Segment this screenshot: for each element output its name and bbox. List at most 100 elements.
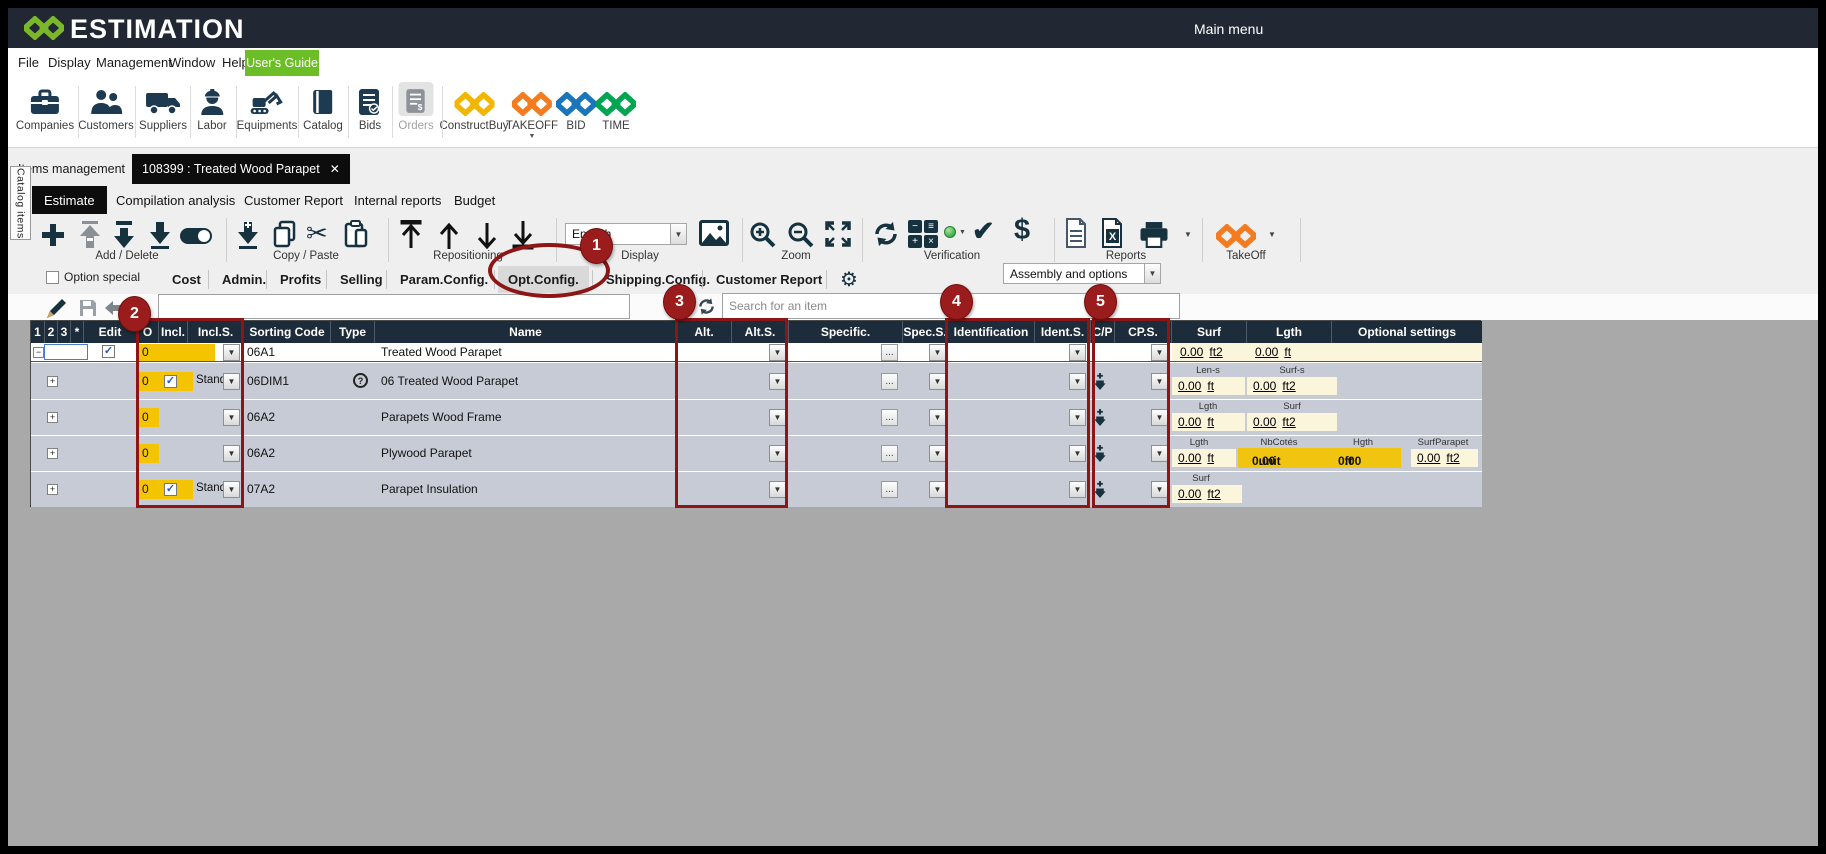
copy-icon[interactable] <box>272 220 298 248</box>
zoom-in-icon[interactable] <box>748 220 776 248</box>
tab-internal-reports[interactable]: Internal reports <box>342 186 453 214</box>
item-name[interactable]: Parapet Insulation <box>381 482 478 496</box>
move-up-delete-button[interactable] <box>78 220 102 250</box>
sorting-code[interactable]: 06A1 <box>247 345 275 359</box>
dollar-icon[interactable]: $ <box>1014 214 1030 247</box>
col-type[interactable]: Type <box>331 321 375 343</box>
surfparapet-value[interactable]: 0.00ft2 <box>1411 449 1478 467</box>
item-name[interactable]: Plywood Parapet <box>381 446 472 460</box>
len-s-value[interactable]: 0.00ft <box>1172 377 1245 395</box>
close-icon[interactable]: ✕ <box>330 162 340 176</box>
zoom-out-icon[interactable] <box>786 220 814 248</box>
toolbar-constructbuy[interactable]: ConstructBuy <box>439 82 508 132</box>
status-light-dropdown[interactable]: ▼ <box>944 226 966 238</box>
edit-checkbox[interactable]: ✓ <box>102 345 115 358</box>
sorting-code[interactable]: 06A2 <box>247 410 275 424</box>
expand-expander[interactable]: + <box>47 376 58 387</box>
col-name[interactable]: Name <box>375 321 677 343</box>
toolbar-suppliers[interactable]: Suppliers <box>139 82 187 132</box>
save-floppy-icon[interactable] <box>78 298 98 318</box>
menu-management[interactable]: Management <box>96 55 172 70</box>
toolbar-bids[interactable]: Bids <box>358 82 382 132</box>
browse-button[interactable]: ... <box>881 409 898 426</box>
menu-file[interactable]: File <box>18 55 39 70</box>
spec-s-dropdown[interactable]: ▼ <box>929 373 946 390</box>
config-tab-selling[interactable]: Selling <box>330 266 393 293</box>
col-lgth[interactable]: Lgth <box>1247 321 1332 343</box>
toolbar-time[interactable]: TIME <box>596 82 636 132</box>
config-tab-profits[interactable]: Profits <box>270 266 331 293</box>
toolbar-orders[interactable]: $ Orders <box>398 82 433 132</box>
item-name[interactable]: 06 Treated Wood Parapet <box>381 374 518 388</box>
col-specific[interactable]: Specific. <box>789 321 903 343</box>
refresh-icon[interactable] <box>872 220 900 248</box>
item-edit-input[interactable] <box>158 294 630 319</box>
config-tab-cost[interactable]: Cost <box>162 266 211 293</box>
excel-export-icon[interactable]: X <box>1100 218 1124 248</box>
clipboard-paste-icon[interactable] <box>344 220 368 248</box>
col-surf[interactable]: Surf <box>1172 321 1247 343</box>
sorting-code[interactable]: 06DIM1 <box>247 374 289 388</box>
col-star[interactable]: * <box>71 321 84 343</box>
toolbar-bid[interactable]: BID <box>556 82 596 132</box>
calculator-grid-icon[interactable]: −≡+× <box>908 220 938 248</box>
toolbar-catalog[interactable]: Catalog <box>303 82 343 132</box>
browse-button[interactable]: ... <box>881 373 898 390</box>
fullscreen-icon[interactable] <box>824 220 852 248</box>
paste-insert-button[interactable] <box>236 220 260 250</box>
selected-cell[interactable] <box>44 344 88 360</box>
surf-value[interactable]: 0.00ft2 <box>1174 343 1223 361</box>
gear-icon[interactable]: ⚙ <box>840 267 858 292</box>
main-menu-label[interactable]: Main menu <box>1194 21 1263 37</box>
item-name[interactable]: Treated Wood Parapet <box>381 345 502 359</box>
chevron-down-icon[interactable]: ▼ <box>506 133 558 140</box>
printer-icon[interactable] <box>1138 221 1170 248</box>
surf-value[interactable]: 0.00ft2 <box>1247 413 1337 431</box>
takeoff-infinity-icon[interactable] <box>1216 224 1256 248</box>
lgth-value[interactable]: 0.00ft <box>1172 413 1245 431</box>
spec-s-dropdown[interactable]: ▼ <box>929 481 946 498</box>
lgth-value[interactable]: 0.00ft <box>1172 449 1236 467</box>
col-2[interactable]: 2 <box>45 321 58 343</box>
menu-window[interactable]: Window <box>169 55 215 70</box>
config-tab-customer-report[interactable]: Customer Report <box>706 266 832 293</box>
move-down-button[interactable] <box>476 222 498 250</box>
refresh-search-icon[interactable] <box>697 297 716 316</box>
expand-expander[interactable]: + <box>47 448 58 459</box>
browse-button[interactable]: ... <box>881 445 898 462</box>
remove-item-button[interactable] <box>112 220 136 250</box>
expand-expander[interactable]: + <box>47 484 58 495</box>
col-1[interactable]: 1 <box>31 321 45 343</box>
tab-budget[interactable]: Budget <box>442 186 507 214</box>
collapse-expander[interactable]: − <box>33 347 44 358</box>
col-3[interactable]: 3 <box>58 321 71 343</box>
spec-s-dropdown[interactable]: ▼ <box>929 409 946 426</box>
move-top-button[interactable] <box>400 220 422 250</box>
lgth-value[interactable]: 0.00ft <box>1249 343 1291 361</box>
check-verification-icon[interactable]: ✔ <box>972 216 995 247</box>
tab-treated-wood-parapet[interactable]: 108399 : Treated Wood Parapet ✕ <box>132 154 350 184</box>
assembly-options-select[interactable]: Assembly and options ▼ <box>1003 263 1161 284</box>
chevron-down-icon[interactable]: ▼ <box>1184 230 1192 239</box>
cut-scissors-icon[interactable]: ✂ <box>306 218 328 249</box>
toolbar-labor[interactable]: Labor <box>197 82 226 132</box>
col-optional-settings[interactable]: Optional settings <box>1332 321 1482 343</box>
document-report-icon[interactable] <box>1064 218 1088 248</box>
tab-compilation-analysis[interactable]: Compilation analysis <box>104 186 247 214</box>
option-special-checkbox[interactable] <box>46 271 59 284</box>
add-item-button[interactable] <box>40 222 66 248</box>
tab-estimate[interactable]: Estimate <box>32 186 107 214</box>
chevron-down-icon[interactable]: ▼ <box>1144 264 1160 283</box>
toolbar-companies[interactable]: Companies <box>16 82 74 132</box>
toolbar-customers[interactable]: Customers <box>78 82 134 132</box>
config-tab-param-config[interactable]: Param.Config. <box>390 266 498 293</box>
expand-expander[interactable]: + <box>47 412 58 423</box>
chevron-down-icon[interactable]: ▼ <box>1268 230 1276 239</box>
browse-button[interactable]: ... <box>881 344 898 361</box>
surf-value[interactable]: 0.00ft2 <box>1172 485 1242 503</box>
toggle-switch[interactable] <box>180 228 212 244</box>
nbcotes-hgth-values[interactable]: 0.00 unit 0.00 ft <box>1238 448 1401 468</box>
menu-display[interactable]: Display <box>48 55 91 70</box>
sorting-code[interactable]: 07A2 <box>247 482 275 496</box>
menu-users-guide[interactable]: User's Guide <box>245 50 319 76</box>
